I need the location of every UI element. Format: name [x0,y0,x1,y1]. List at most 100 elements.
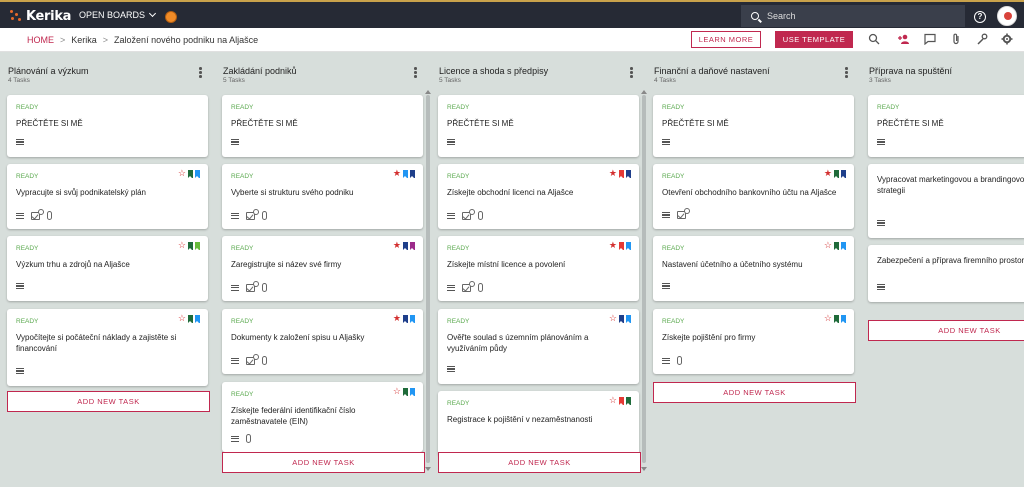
task-card[interactable]: READY Otevření obchodního bankovního účtu… [653,164,854,229]
column-title[interactable]: Příprava na spuštění [869,66,1024,76]
kerika-logo[interactable]: Kerika [10,7,71,25]
bookmark-tag-icon[interactable] [410,387,415,396]
task-card[interactable]: READY Získejte místní licence a povolení ★ [438,236,639,301]
bookmark-tag-icon[interactable] [834,314,839,323]
bookmark-tag-icon[interactable] [403,387,408,396]
breadcrumb-org[interactable]: Kerika [71,35,97,45]
bookmark-tag-icon[interactable] [626,169,631,178]
add-new-task-button[interactable]: ADD NEW TASK [868,320,1024,341]
star-icon[interactable]: ★ [609,241,617,250]
bookmark-tag-icon[interactable] [188,314,193,323]
column-title[interactable]: Licence a shoda s předpisy [439,66,639,76]
bookmark-tag-icon[interactable] [619,396,624,405]
add-person-icon[interactable] [898,33,910,45]
bookmark-tag-icon[interactable] [841,169,846,178]
bookmark-tag-icon[interactable] [410,241,415,250]
task-card[interactable]: READY Vyberte si strukturu svého podniku ★ [222,164,423,229]
task-card[interactable]: READY PŘEČTĚTE SI MĚ [7,95,208,157]
more-vert-icon[interactable] [630,67,633,78]
task-card[interactable]: READY Vypracujte si svůj podnikatelský pl… [7,164,208,229]
task-card[interactable]: READY Získejte pojištění pro firmy ☆ [653,309,854,374]
more-vert-icon[interactable] [199,67,202,78]
learn-more-button[interactable]: LEARN MORE [691,31,761,48]
use-template-button[interactable]: USE TEMPLATE [775,31,853,48]
task-card[interactable]: READY Získejte obchodní licenci na Aljašc… [438,164,639,229]
task-card[interactable]: READY Registrace k pojištění v nezaměstna… [438,391,639,456]
bookmark-tag-icon[interactable] [619,169,624,178]
breadcrumb-board: Založení nového podniku na Aljašce [114,35,259,45]
more-vert-icon[interactable] [845,67,848,78]
add-new-task-button[interactable]: ADD NEW TASK [222,452,425,473]
star-outline-icon[interactable]: ☆ [824,241,832,250]
star-icon[interactable]: ★ [393,241,401,250]
column-title[interactable]: Zakládání podniků [223,66,423,76]
star-icon[interactable]: ★ [609,169,617,178]
task-icons [231,280,267,292]
task-card[interactable]: READY Vypočítejte si počáteční náklady a … [7,309,208,386]
task-card[interactable]: READY Nastavení účetního a účetního systé… [653,236,854,301]
search-box[interactable]: Search [741,5,965,27]
bookmark-tag-icon[interactable] [619,314,624,323]
star-outline-icon[interactable]: ☆ [393,387,401,396]
star-outline-icon[interactable]: ☆ [824,314,832,323]
task-card[interactable]: READY Získejte federální identifikační čí… [222,382,423,452]
chat-icon[interactable] [924,33,936,45]
search-icon[interactable] [868,33,880,45]
open-boards-menu[interactable]: OPEN BOARDS [79,9,157,20]
bookmark-tag-icon[interactable] [195,241,200,250]
more-vert-icon[interactable] [414,67,417,78]
breadcrumb-home[interactable]: HOME [27,35,54,45]
star-outline-icon[interactable]: ☆ [178,241,186,250]
task-card[interactable]: READY PŘEČTĚTE SI MĚ [653,95,854,157]
star-outline-icon[interactable]: ☆ [609,396,617,405]
tools-icon[interactable] [976,33,988,45]
bookmark-tag-icon[interactable] [626,241,631,250]
bookmark-tag-icon[interactable] [619,241,624,250]
task-card[interactable]: Zabezpečení a příprava firemního prostor… [868,245,1024,302]
star-icon[interactable]: ★ [393,314,401,323]
task-card[interactable]: READY PŘEČTĚTE SI MĚ [438,95,639,157]
bookmark-tag-icon[interactable] [403,241,408,250]
task-card[interactable]: READY Výzkum trhu a zdrojů na Aljašce ☆ [7,236,208,301]
search-input[interactable]: Search [767,11,796,21]
star-outline-icon[interactable]: ☆ [178,169,186,178]
bookmark-tag-icon[interactable] [188,241,193,250]
add-new-task-button[interactable]: ADD NEW TASK [653,382,856,403]
column-scrollbar[interactable] [426,95,430,463]
bookmark-tag-icon[interactable] [195,169,200,178]
bookmark-tag-icon[interactable] [195,314,200,323]
bookmark-tag-icon[interactable] [626,314,631,323]
bookmark-tag-icon[interactable] [841,314,846,323]
bookmark-tag-icon[interactable] [403,314,408,323]
task-status: READY [662,245,685,252]
task-card[interactable]: READY Dokumenty k založení spisu u Aljašk… [222,309,423,374]
add-new-task-button[interactable]: ADD NEW TASK [438,452,641,473]
help-icon[interactable]: ? [974,11,986,23]
avatar[interactable] [997,6,1017,26]
bookmark-tag-icon[interactable] [841,241,846,250]
task-card[interactable]: READY Ověřte soulad s územním plánováním … [438,309,639,384]
chevron-down-icon [148,9,157,18]
task-card[interactable]: Vypracovat marketingovou a brandingovou … [868,164,1024,238]
column-title[interactable]: Plánování a výzkum [8,66,208,76]
task-card[interactable]: READY PŘEČTĚTE SI MĚ [222,95,423,157]
star-outline-icon[interactable]: ☆ [609,314,617,323]
bookmark-tag-icon[interactable] [403,169,408,178]
attachment-icon[interactable] [950,33,962,45]
boards-badge-icon[interactable] [165,11,177,23]
task-card[interactable]: READY Zaregistrujte si název své firmy ★ [222,236,423,301]
bookmark-tag-icon[interactable] [410,314,415,323]
gear-icon[interactable] [1001,33,1013,45]
bookmark-tag-icon[interactable] [188,169,193,178]
column-title[interactable]: Finanční a daňové nastavení [654,66,854,76]
bookmark-tag-icon[interactable] [626,396,631,405]
star-icon[interactable]: ★ [824,169,832,178]
star-icon[interactable]: ★ [393,169,401,178]
task-card[interactable]: READY PŘEČTĚTE SI MĚ [868,95,1024,157]
attachment-icon [246,434,251,443]
bookmark-tag-icon[interactable] [834,169,839,178]
add-new-task-button[interactable]: ADD NEW TASK [7,391,210,412]
bookmark-tag-icon[interactable] [834,241,839,250]
star-outline-icon[interactable]: ☆ [178,314,186,323]
bookmark-tag-icon[interactable] [410,169,415,178]
